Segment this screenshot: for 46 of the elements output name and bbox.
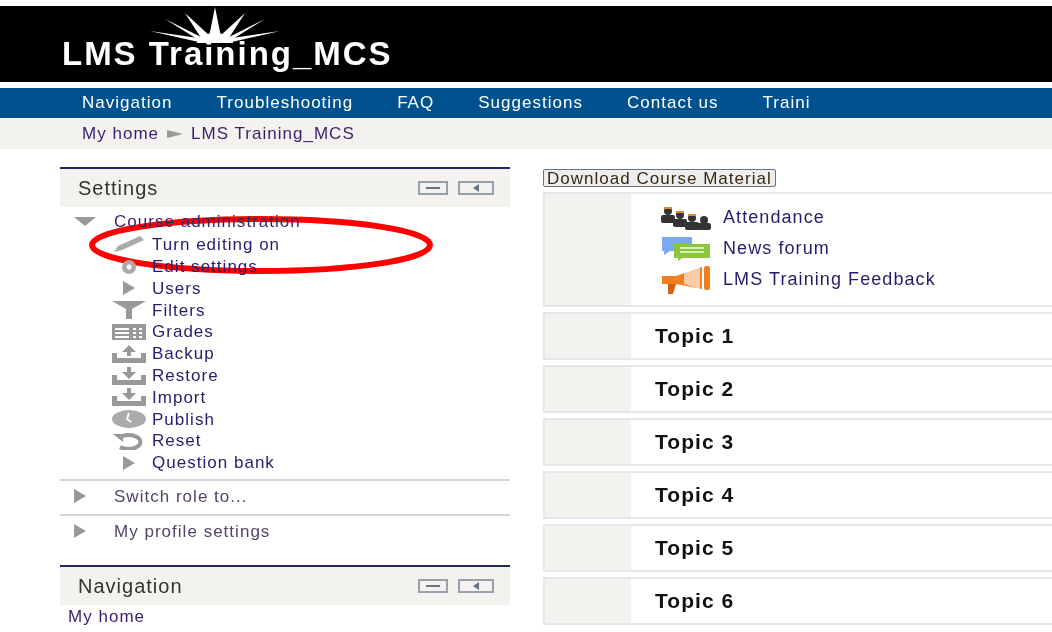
grid-icon (112, 324, 146, 341)
site-title[interactable]: LMS Training_MCS (62, 37, 393, 70)
caret-right-icon (74, 489, 86, 504)
nav-menu-item[interactable]: Suggestions (478, 90, 583, 116)
nav-menu-item[interactable]: Troubleshooting (216, 90, 354, 116)
minimize-icon[interactable] (418, 578, 448, 593)
breadcrumb-link[interactable]: My home (82, 121, 160, 147)
activity-link[interactable]: LMS Training Feedback (723, 266, 936, 293)
dock-icon[interactable] (458, 578, 494, 593)
upload-icon (112, 344, 146, 363)
block-title: Navigation (78, 573, 183, 599)
breadcrumb-separator-icon (167, 129, 184, 139)
caret-right-icon (123, 281, 135, 296)
download-button[interactable]: Download Course Material (543, 169, 776, 187)
caret-right-icon (74, 524, 86, 539)
topic-title: Topic 2 (655, 376, 735, 403)
globe-icon (112, 410, 146, 429)
activity-link[interactable]: News forum (723, 235, 830, 262)
block-title: Settings (78, 176, 159, 201)
nav-menu-item[interactable]: Contact us (627, 90, 719, 116)
tree-item[interactable]: Switch role to... (114, 483, 248, 509)
topic-title: Topic 4 (655, 482, 735, 509)
minimize-icon[interactable] (418, 181, 448, 195)
dock-icon[interactable] (458, 181, 494, 195)
megaphone-icon (660, 265, 712, 294)
tree-item[interactable]: Turn editing on (152, 232, 281, 258)
nav-menu-item[interactable]: Navigation (82, 90, 173, 116)
nav-menu-item[interactable]: Traini (762, 90, 811, 116)
breadcrumb-link[interactable]: LMS Training_MCS (191, 121, 355, 147)
caret-right-icon (123, 455, 135, 470)
topic-title: Topic 6 (655, 588, 735, 615)
activity-link[interactable]: Attendance (723, 204, 825, 231)
topic-title: Topic 1 (655, 323, 735, 350)
chat-icon (660, 236, 712, 261)
topic-title: Topic 3 (655, 429, 735, 456)
funnel-icon (112, 301, 146, 320)
tree-item[interactable]: My profile settings (114, 518, 271, 544)
caret-down-icon (74, 216, 96, 227)
nav-menu-item[interactable]: FAQ (397, 90, 435, 116)
pencil-icon (112, 235, 146, 254)
download-icon (112, 366, 146, 385)
download-icon (112, 388, 146, 407)
people-icon (660, 205, 712, 230)
gear-icon (119, 257, 139, 276)
nav-link[interactable]: My home (60, 604, 510, 627)
topic-title: Topic 5 (655, 535, 735, 562)
